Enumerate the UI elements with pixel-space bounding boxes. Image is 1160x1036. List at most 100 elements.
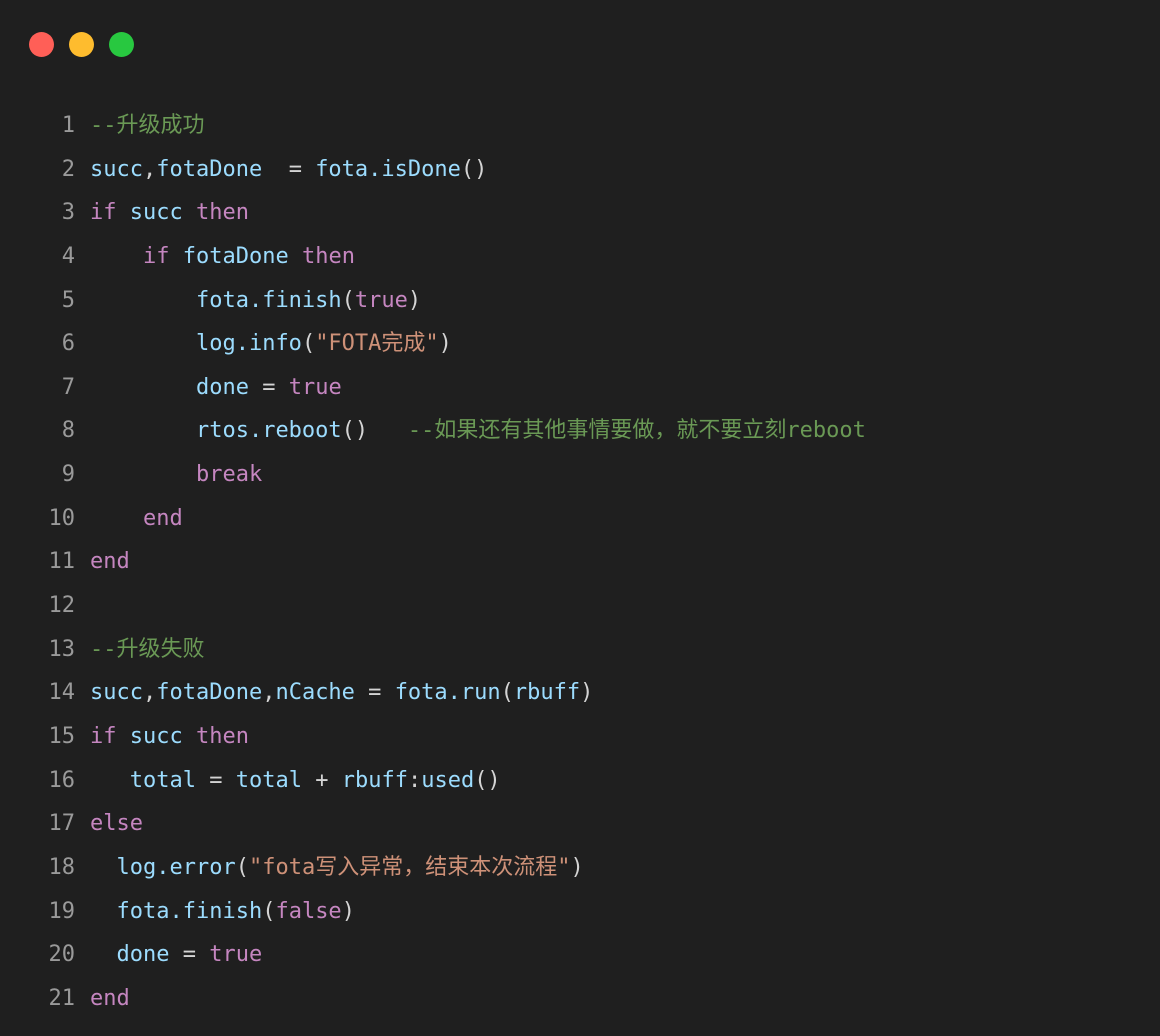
line-content: log.info("FOTA完成") xyxy=(90,322,452,366)
code-line: 9 break xyxy=(0,453,1160,497)
line-content: done = true xyxy=(90,366,342,410)
code-token: fotaDone xyxy=(182,243,289,269)
line-content: log.error("fota写入异常，结束本次流程") xyxy=(90,846,584,890)
line-number: 14 xyxy=(48,680,76,706)
line-content: total = total + rbuff:used() xyxy=(90,759,501,803)
code-token: ) xyxy=(580,680,594,706)
code-line: 21 end xyxy=(0,977,1160,1021)
code-token: fotaDone xyxy=(156,680,263,706)
code-token: ) xyxy=(438,331,452,357)
code-line: 3 if succ then xyxy=(0,191,1160,235)
line-number: 12 xyxy=(48,593,76,619)
code-token: rbuff xyxy=(341,767,408,793)
code-line: 11 end xyxy=(0,540,1160,584)
line-number: 9 xyxy=(61,462,75,488)
code-line: 7 done = true xyxy=(0,366,1160,410)
line-number: 15 xyxy=(48,723,76,749)
code-token: fotaDone xyxy=(156,156,263,182)
code-token: --升级失败 xyxy=(90,636,205,662)
line-number: 7 xyxy=(61,374,75,400)
code-token: ( xyxy=(235,854,249,880)
code-token: then xyxy=(195,200,249,226)
code-token: done xyxy=(195,374,249,400)
code-token: () xyxy=(341,418,408,444)
code-token: : xyxy=(407,767,422,793)
code-token: + xyxy=(301,767,342,793)
code-token: nCache xyxy=(275,680,355,706)
line-number: 5 xyxy=(61,287,75,313)
code-line: 16 total = total + rbuff:used() xyxy=(0,759,1160,803)
window-titlebar xyxy=(0,0,1160,88)
line-number: 8 xyxy=(61,418,75,444)
code-window: 1 --升级成功 2 succ,fotaDone = fota.isDone() 3 if… xyxy=(0,0,1160,1036)
code-line: 15 if succ then xyxy=(0,715,1160,759)
line-number: 16 xyxy=(48,767,76,793)
code-token: rtos.reboot xyxy=(195,418,342,444)
code-token: if xyxy=(90,723,117,749)
minimize-button[interactable] xyxy=(69,32,94,57)
code-token: fota.isDone xyxy=(315,156,461,182)
code-line: 2 succ,fotaDone = fota.isDone() xyxy=(0,148,1160,192)
line-number: 13 xyxy=(48,636,76,662)
code-token: false xyxy=(275,898,342,924)
code-token: = xyxy=(169,942,210,968)
line-number: 21 xyxy=(48,985,76,1011)
line-content: end xyxy=(90,540,130,584)
line-content: break xyxy=(90,453,262,497)
code-token: break xyxy=(195,462,263,488)
code-token: end xyxy=(90,549,130,575)
code-token: total xyxy=(129,767,196,793)
code-token: = xyxy=(262,156,316,182)
code-line: 12 xyxy=(0,584,1160,628)
code-line: 13 --升级失败 xyxy=(0,628,1160,672)
line-number: 18 xyxy=(48,854,76,880)
code-token: = xyxy=(354,680,395,706)
code-line: 18 log.error("fota写入异常，结束本次流程") xyxy=(0,846,1160,890)
code-line: 17 else xyxy=(0,802,1160,846)
code-token: true xyxy=(288,374,342,400)
code-token: , xyxy=(142,156,157,182)
code-line: 19 fota.finish(false) xyxy=(0,890,1160,934)
code-token: end xyxy=(142,505,183,531)
code-token: () xyxy=(460,156,488,182)
maximize-button[interactable] xyxy=(109,32,134,57)
code-token: "fota写入异常，结束本次流程" xyxy=(248,854,571,880)
line-content: end xyxy=(90,977,130,1021)
line-number: 17 xyxy=(48,811,76,837)
line-content: fota.finish(false) xyxy=(90,890,355,934)
code-token: ( xyxy=(341,287,355,313)
code-token: true xyxy=(209,942,263,968)
code-token: log.info xyxy=(195,331,302,357)
code-token: ) xyxy=(341,898,355,924)
line-number: 2 xyxy=(61,156,75,182)
code-token: else xyxy=(90,811,143,837)
line-content: succ,fotaDone = fota.isDone() xyxy=(90,148,487,192)
code-line: 10 end xyxy=(0,497,1160,541)
code-token: end xyxy=(90,985,130,1011)
code-token: , xyxy=(142,680,157,706)
line-content: else xyxy=(90,802,143,846)
close-button[interactable] xyxy=(29,32,54,57)
code-token: true xyxy=(354,287,408,313)
code-token: used xyxy=(421,767,475,793)
code-token: succ xyxy=(90,680,143,706)
line-number: 19 xyxy=(48,898,76,924)
code-line: 20 done = true xyxy=(0,933,1160,977)
line-content: if succ then xyxy=(90,191,249,235)
code-token: = xyxy=(195,767,236,793)
line-content: end xyxy=(90,497,183,541)
code-token: --升级成功 xyxy=(90,113,205,138)
